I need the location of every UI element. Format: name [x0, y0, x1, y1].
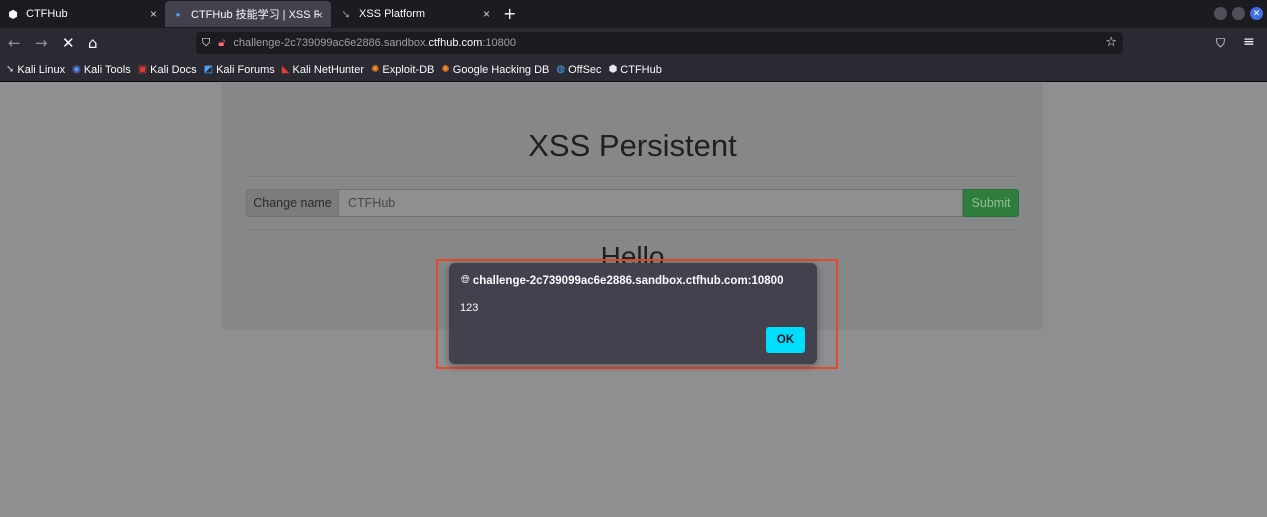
alert-dialog: 🌐︎ challenge-2c739099ac6e2886.sandbox.ct…	[449, 263, 817, 364]
change-name-form: Change name Submit	[246, 189, 1019, 217]
bookmark-label: CTFHub	[620, 63, 662, 76]
tab-title: CTFHub	[26, 8, 68, 20]
bookmark-item[interactable]: ◍ OffSec	[556, 64, 601, 76]
home-button[interactable]: ⌂	[88, 34, 98, 52]
bookmark-favicon-icon: ◉	[72, 64, 81, 75]
loading-icon: ●	[175, 9, 181, 19]
submit-button[interactable]: Submit	[963, 189, 1019, 217]
bookmark-item[interactable]: ▣ Kali Docs	[138, 64, 197, 76]
divider	[246, 229, 1019, 230]
dialog-message: 123	[460, 302, 479, 314]
dialog-header: 🌐︎ challenge-2c739099ac6e2886.sandbox.ct…	[461, 274, 783, 287]
bookmark-label: Kali Docs	[150, 63, 197, 76]
name-input[interactable]	[339, 189, 963, 217]
forward-button[interactable]: →	[35, 34, 48, 52]
ok-button[interactable]: OK	[766, 327, 805, 353]
tab-xss-platform[interactable]: ➘ XSS Platform ×	[333, 0, 498, 28]
tab-close-icon[interactable]: ×	[150, 7, 157, 21]
change-name-label: Change name	[246, 189, 339, 217]
window-controls: ✕	[1214, 7, 1263, 20]
pocket-icon[interactable]: ⛉	[1216, 36, 1225, 51]
bookmark-favicon-icon: ◩	[203, 64, 214, 75]
bookmarks-bar: ➘ Kali Linux ◉ Kali Tools ▣ Kali Docs ◩ Kali Fo…	[0, 58, 1267, 82]
bookmark-favicon-icon: ◣	[281, 64, 290, 75]
bookmark-item[interactable]: ➘ Kali Linux	[6, 64, 65, 76]
bookmark-item[interactable]: ⬢ CTFHub	[609, 64, 662, 76]
tab-close-icon[interactable]: ×	[316, 8, 323, 22]
tab-ctfhub[interactable]: ⬢ CTFHub ×	[0, 0, 165, 28]
bookmark-item[interactable]: ✺ Google Hacking DB	[441, 64, 549, 76]
bookmark-item[interactable]: ✺ Exploit-DB	[371, 64, 434, 76]
bookmark-label: Kali Forums	[216, 63, 275, 76]
bookmark-star-icon[interactable]: ☆	[1105, 35, 1117, 50]
minimize-button[interactable]	[1214, 7, 1227, 20]
bookmark-label: OffSec	[568, 63, 602, 76]
page-title: XSS Persistent	[528, 128, 737, 163]
kali-icon: ➘	[341, 8, 351, 21]
bookmark-item[interactable]: ◩ Kali Forums	[204, 64, 275, 76]
bookmark-label: Kali Tools	[83, 63, 131, 76]
back-button[interactable]: ←	[8, 34, 21, 52]
globe-icon: 🌐︎	[461, 274, 470, 286]
shield-icon[interactable]: ⛉	[202, 36, 210, 50]
bookmark-label: Kali NetHunter	[292, 63, 365, 76]
ctfhub-icon: ⬢	[8, 8, 18, 21]
tab-xss-persistent[interactable]: ● CTFHub 技能学习 | XSS Pe ×	[165, 1, 331, 27]
bookmark-favicon-icon: ✺	[371, 64, 380, 75]
divider	[246, 176, 1019, 177]
bookmark-favicon-icon: ⬢	[608, 64, 618, 75]
stop-button[interactable]: ✕	[62, 34, 75, 52]
bookmark-label: Kali Linux	[17, 63, 66, 76]
hamburger-menu-icon[interactable]: ≡	[1243, 34, 1255, 50]
nav-bar: ← → ✕ ⌂ ⛉ 🔓︎ challenge-2c739099ac6e2886.…	[0, 28, 1267, 58]
bookmark-label: Google Hacking DB	[452, 63, 550, 76]
url-bar[interactable]: ⛉ 🔓︎ challenge-2c739099ac6e2886.sandbox.…	[196, 32, 1123, 54]
bookmark-favicon-icon: ➘	[6, 64, 15, 75]
bookmark-label: Exploit-DB	[382, 63, 435, 76]
tab-strip: ⬢ CTFHub × ● CTFHub 技能学习 | XSS Pe × ➘ XS…	[0, 0, 1267, 28]
new-tab-button[interactable]: +	[503, 4, 516, 23]
maximize-button[interactable]	[1232, 7, 1245, 20]
dialog-origin: challenge-2c739099ac6e2886.sandbox.ctfhu…	[472, 274, 784, 287]
tab-title: XSS Platform	[359, 8, 426, 20]
url-text[interactable]: challenge-2c739099ac6e2886.sandbox.ctfhu…	[233, 37, 516, 49]
bookmark-favicon-icon: ✺	[441, 64, 450, 75]
bookmark-favicon-icon: ▣	[137, 64, 148, 75]
bookmark-item[interactable]: ◣ Kali NetHunter	[282, 64, 364, 76]
bookmark-item[interactable]: ◉ Kali Tools	[72, 64, 131, 76]
tab-title: CTFHub 技能学习 | XSS Pe	[191, 9, 319, 21]
bookmark-favicon-icon: ◍	[556, 64, 566, 75]
insecure-lock-icon[interactable]: 🔓︎	[218, 36, 225, 50]
close-window-button[interactable]: ✕	[1250, 7, 1263, 20]
tab-close-icon[interactable]: ×	[483, 7, 490, 21]
